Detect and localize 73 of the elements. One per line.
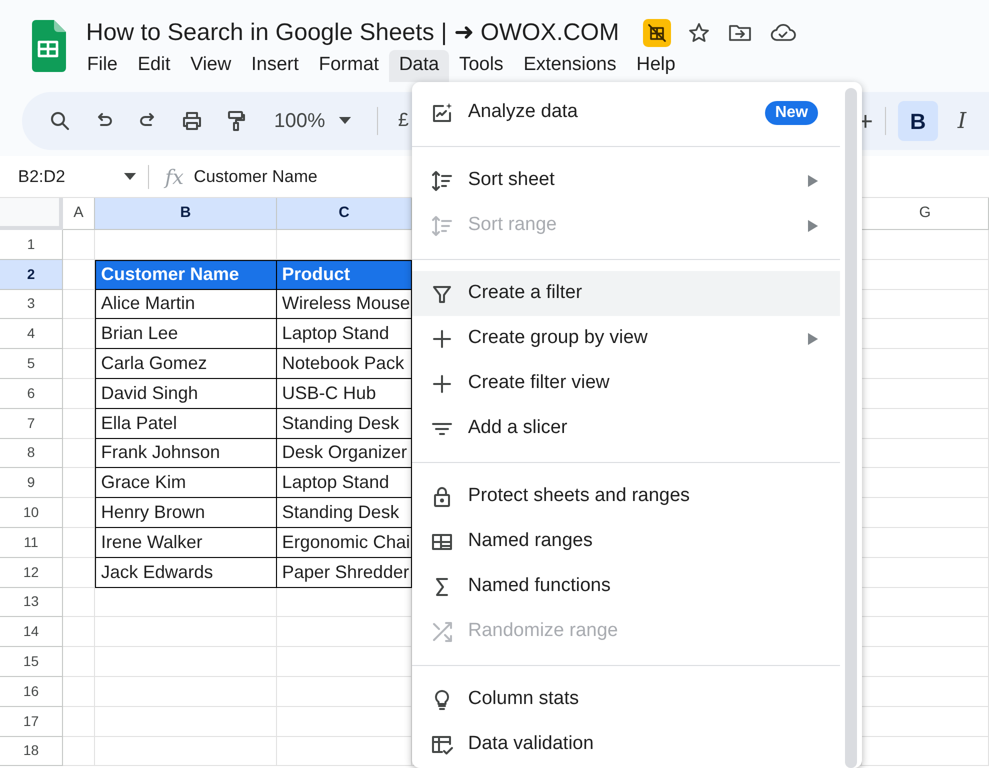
star-icon[interactable] xyxy=(687,21,712,45)
table-cell: Alice Martin xyxy=(95,290,277,320)
search-icon[interactable] xyxy=(48,109,72,133)
scrollbar[interactable] xyxy=(845,88,857,768)
caret-icon xyxy=(339,117,352,125)
menu-item[interactable]: Create group by view xyxy=(412,316,840,361)
row-header[interactable]: 5 xyxy=(0,349,63,379)
table-cell: David Singh xyxy=(95,378,277,409)
row-header[interactable]: 14 xyxy=(0,617,63,648)
table-cell: Jack Edwards xyxy=(95,558,277,588)
caret-icon xyxy=(124,172,136,180)
formula-input[interactable]: Customer Name xyxy=(194,164,318,190)
menu-bar-item[interactable]: Format xyxy=(308,50,389,82)
table-cell: Carla Gomez xyxy=(95,349,277,379)
column-header[interactable]: C xyxy=(277,198,412,229)
menu-item[interactable]: Add a slicer xyxy=(412,406,840,451)
menu-bar-item[interactable]: File xyxy=(77,50,128,82)
table-cell: Grace Kim xyxy=(95,468,277,498)
zoom-dropdown[interactable]: 100% xyxy=(268,106,358,136)
currency-button[interactable]: £ xyxy=(398,106,409,136)
menu-item[interactable]: Create filter view xyxy=(412,361,840,406)
menu-bar-item[interactable]: View xyxy=(180,50,242,82)
row-header[interactable]: 17 xyxy=(0,706,63,737)
table-cell: Brian Lee xyxy=(95,319,277,350)
table-cell: Irene Walker xyxy=(95,528,277,558)
row-header[interactable]: 7 xyxy=(0,408,63,439)
menu-bar-item[interactable]: Help xyxy=(626,50,686,82)
strikethrough-grid-icon[interactable] xyxy=(643,19,672,47)
row-header[interactable]: 15 xyxy=(0,647,63,677)
menu-bar-item[interactable]: Data xyxy=(388,50,450,82)
row-header[interactable]: 18 xyxy=(0,736,63,766)
menu-item[interactable]: Column stats xyxy=(412,677,840,722)
row-header[interactable]: 3 xyxy=(0,290,63,320)
row-header[interactable]: 8 xyxy=(0,438,63,468)
shuffle-icon xyxy=(430,620,454,644)
row-header[interactable]: 13 xyxy=(0,588,63,618)
row-header[interactable]: 10 xyxy=(0,498,63,528)
menu-item[interactable]: Named ranges xyxy=(412,519,840,564)
menu-bar-item[interactable]: Edit xyxy=(128,50,180,82)
row-header[interactable]: 11 xyxy=(0,528,63,558)
table-cell: Henry Brown xyxy=(95,498,277,528)
row-header[interactable]: 9 xyxy=(0,468,63,498)
table-header-cell: Product xyxy=(277,260,412,290)
document-title[interactable]: How to Search in Google Sheets | ➜ OWOX.COM xyxy=(86,18,620,48)
row-header[interactable]: 12 xyxy=(0,558,63,588)
row-header[interactable]: 16 xyxy=(0,676,63,707)
print-icon[interactable] xyxy=(180,109,204,133)
menu-item[interactable]: Create a filter xyxy=(412,271,840,316)
column-header[interactable]: B xyxy=(95,198,277,229)
sort-icon xyxy=(430,214,454,238)
chart-sparkle-icon xyxy=(430,100,454,124)
row-header[interactable]: 4 xyxy=(0,319,63,350)
menu-item[interactable]: Protect sheets and ranges xyxy=(412,474,840,519)
sort-icon xyxy=(430,168,454,192)
sheets-logo-icon[interactable] xyxy=(30,20,66,72)
menu-item[interactable]: Analyze data New xyxy=(412,90,840,135)
menu-item[interactable]: Data validation xyxy=(412,722,840,767)
menu-bar-item[interactable]: Insert xyxy=(241,50,309,82)
bold-button[interactable]: B xyxy=(898,101,938,141)
row-header[interactable]: 6 xyxy=(0,378,63,409)
menu-bar-item[interactable]: Tools xyxy=(449,50,514,82)
row-header[interactable]: 2 xyxy=(0,260,63,290)
name-box[interactable]: B2:D2 xyxy=(18,164,136,190)
menu-bar-item[interactable]: Extensions xyxy=(513,50,626,82)
italic-button[interactable]: I xyxy=(942,101,982,141)
new-badge: New xyxy=(765,100,818,124)
table-cell: Ella Patel xyxy=(95,408,277,439)
menu-item[interactable]: Sort sheet xyxy=(412,158,840,203)
table-cell: Frank Johnson xyxy=(95,438,277,468)
table-header-cell: Customer Name xyxy=(95,260,277,290)
row-header[interactable]: 1 xyxy=(0,230,63,260)
fx-label: fx xyxy=(165,164,184,190)
menu-item[interactable]: Named functions xyxy=(412,564,840,609)
